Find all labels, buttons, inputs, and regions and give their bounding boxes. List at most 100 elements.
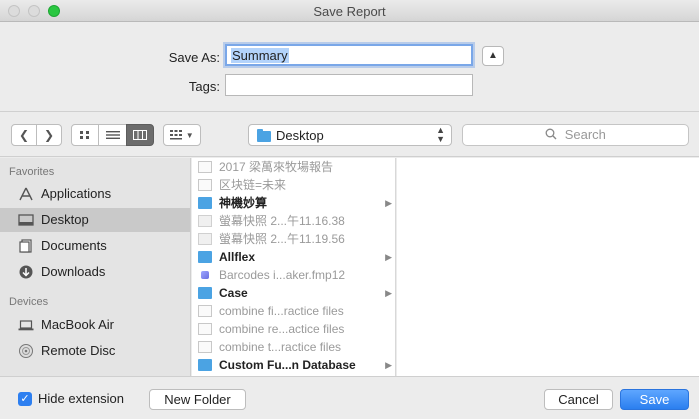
file-row[interactable]: 螢幕快照 2...午11.16.38 — [192, 212, 395, 230]
file-name: 2017 梁萬來牧場報告 — [219, 160, 334, 174]
sidebar-item-label: MacBook Air — [41, 317, 114, 332]
arrange-grid-icon — [170, 130, 183, 140]
tags-field[interactable] — [225, 74, 473, 96]
sidebar: Favorites Applications Desktop Documents… — [0, 158, 191, 376]
sidebar-item-documents[interactable]: Documents — [0, 234, 190, 258]
file-name: combine fi...ractice files — [219, 304, 344, 318]
file-list-column: 2017 梁萬來牧場報告 区块链=未来 神機妙算 ▶ 螢幕快照 2...午11.… — [192, 158, 396, 376]
folder-icon — [198, 251, 212, 263]
chevron-down-icon: ▼ — [185, 131, 194, 140]
desktop-icon — [18, 213, 34, 227]
folder-row[interactable]: Allflex ▶ — [192, 248, 395, 266]
column-view-button[interactable] — [126, 124, 154, 146]
browser-toolbar: ❮ ❯ ▼ Desktop ▲ ▼ Search — [0, 113, 699, 157]
icon-view-button[interactable] — [71, 124, 99, 146]
document-icon — [198, 305, 212, 317]
search-placeholder: Search — [564, 127, 606, 142]
checkmark-icon: ✓ — [20, 393, 30, 405]
folder-row[interactable]: Case ▶ — [192, 284, 395, 302]
save-as-value: Summary — [231, 48, 289, 63]
save-options-area: Save As: Summary ▲ Tags: — [0, 22, 699, 112]
file-name: 区块链=未来 — [219, 178, 287, 192]
sidebar-item-macbook-air[interactable]: MacBook Air — [0, 313, 190, 337]
sidebar-item-desktop[interactable]: Desktop — [0, 208, 190, 232]
icon-view-icon — [80, 131, 89, 139]
file-row[interactable]: 螢幕快照 2...午11.19.56 — [192, 230, 395, 248]
sidebar-item-downloads[interactable]: Downloads — [0, 260, 190, 284]
file-row[interactable]: Barcodes i...aker.fmp12 — [192, 266, 395, 284]
save-dialog: Save Report Save As: Summary ▲ Tags: ❮ ❯ — [0, 0, 699, 419]
folder-icon — [198, 287, 212, 299]
file-name: Case — [219, 286, 248, 300]
hide-extension-label: Hide extension — [38, 391, 124, 406]
file-name: combine re...actice files — [219, 322, 345, 336]
document-icon — [198, 179, 212, 191]
chevron-up-icon: ▲ — [488, 50, 498, 61]
bottom-bar: ✓ Hide extension New Folder Cancel Save — [0, 376, 699, 419]
file-name: Custom Fu...n Database — [219, 358, 356, 372]
forward-button[interactable]: ❯ — [36, 124, 62, 146]
folder-icon — [257, 129, 271, 142]
disclosure-arrow-icon: ▶ — [385, 198, 392, 208]
chevron-right-icon: ❯ — [43, 128, 55, 142]
file-name: Barcodes i...aker.fmp12 — [219, 268, 346, 282]
applications-icon — [18, 187, 34, 201]
window-title: Save Report — [313, 4, 386, 19]
folder-icon — [198, 359, 212, 371]
folder-row[interactable]: Custom Fu...n Database ▶ — [192, 356, 395, 374]
image-file-icon — [198, 233, 212, 245]
file-row[interactable]: combine t...ractice files — [192, 338, 395, 356]
file-name: combine t...ractice files — [219, 340, 342, 354]
empty-column — [397, 158, 699, 376]
search-field[interactable]: Search — [462, 124, 689, 146]
documents-icon — [18, 239, 34, 253]
sidebar-item-remote-disc[interactable]: Remote Disc — [0, 339, 190, 363]
document-icon — [198, 323, 212, 335]
file-name: 螢幕快照 2...午11.19.56 — [219, 232, 345, 246]
arrange-button[interactable]: ▼ — [163, 124, 201, 146]
title-bar: Save Report — [0, 0, 699, 22]
file-row[interactable]: combine fi...ractice files — [192, 302, 395, 320]
file-name: Allflex — [219, 250, 256, 264]
file-row[interactable]: combine re...actice files — [192, 320, 395, 338]
disclosure-arrow-icon: ▶ — [385, 288, 392, 298]
save-as-label: Save As: — [168, 50, 220, 65]
new-folder-button[interactable]: New Folder — [149, 389, 246, 410]
hide-extension-checkbox[interactable]: ✓ — [18, 392, 32, 406]
file-name: 神機妙算 — [219, 196, 268, 210]
image-file-icon — [198, 215, 212, 227]
location-popup[interactable]: Desktop ▲ ▼ — [248, 124, 452, 146]
list-view-button[interactable] — [98, 124, 127, 146]
disclosure-arrow-icon: ▶ — [385, 360, 392, 370]
search-icon — [545, 128, 557, 140]
location-label: Desktop — [276, 128, 324, 143]
save-button[interactable]: Save — [620, 389, 689, 410]
document-icon — [198, 161, 212, 173]
sidebar-item-label: Applications — [41, 186, 112, 201]
chevron-left-icon: ❮ — [18, 128, 30, 142]
file-row[interactable]: 区块链=未来 — [192, 176, 395, 194]
file-name: 螢幕快照 2...午11.16.38 — [219, 214, 345, 228]
disc-icon — [18, 344, 34, 358]
sidebar-item-label: Desktop — [41, 212, 89, 227]
save-as-field[interactable]: Summary — [225, 44, 473, 66]
updown-chevron-icon: ▲ ▼ — [436, 125, 445, 144]
folder-icon — [198, 197, 212, 209]
sidebar-section-favorites: Favorites — [9, 166, 55, 178]
folder-row[interactable]: 神機妙算 ▶ — [192, 194, 395, 212]
column-view-icon — [133, 130, 147, 140]
list-view-icon — [105, 131, 120, 139]
sidebar-item-label: Downloads — [41, 264, 106, 279]
document-icon — [198, 341, 212, 353]
sidebar-item-applications[interactable]: Applications — [0, 182, 190, 206]
filemaker-file-icon — [201, 271, 209, 279]
sidebar-item-label: Remote Disc — [41, 343, 116, 358]
sidebar-item-label: Documents — [41, 238, 107, 253]
downloads-icon — [18, 265, 34, 279]
collapse-dialog-button[interactable]: ▲ — [482, 46, 504, 66]
file-row[interactable]: 2017 梁萬來牧場報告 — [192, 158, 395, 176]
disclosure-arrow-icon: ▶ — [385, 252, 392, 262]
cancel-button[interactable]: Cancel — [544, 389, 613, 410]
back-button[interactable]: ❮ — [11, 124, 37, 146]
laptop-icon — [18, 318, 34, 332]
